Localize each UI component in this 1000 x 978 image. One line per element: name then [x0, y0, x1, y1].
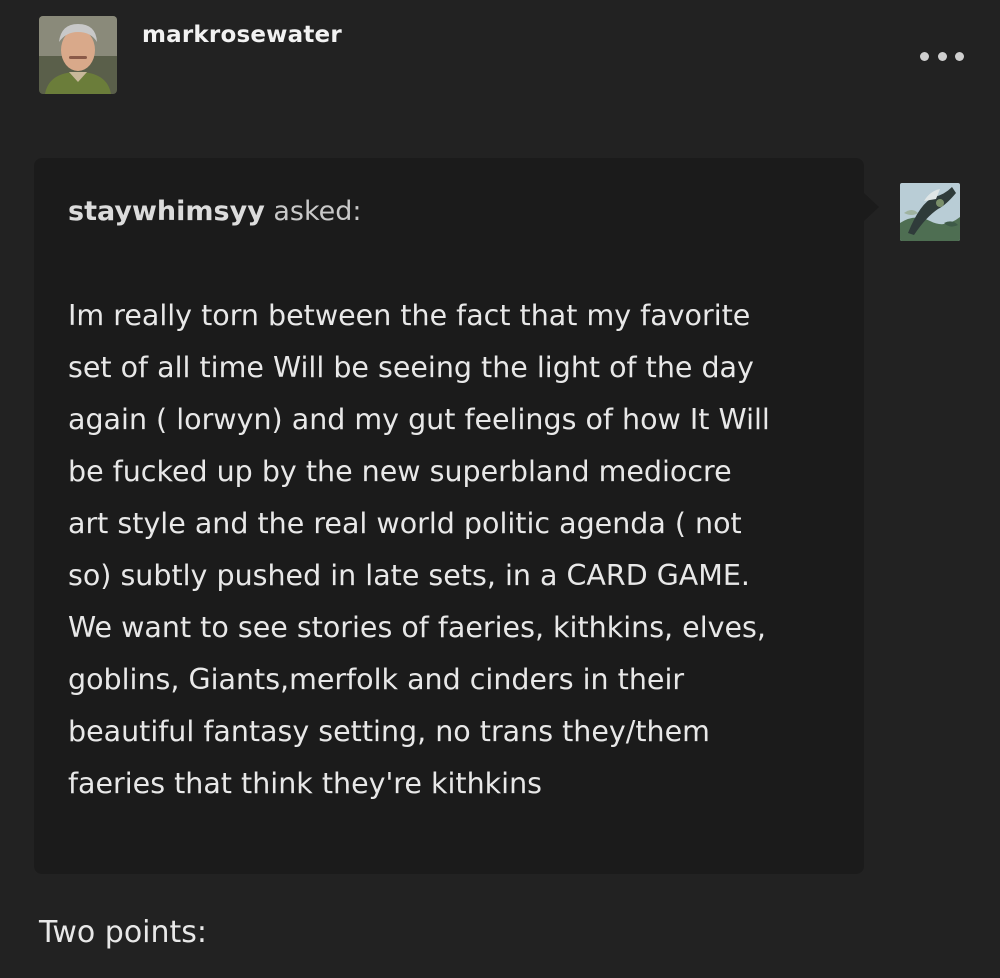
question-line: Im really torn between the fact that my … — [68, 299, 751, 332]
ellipsis-icon — [955, 51, 964, 61]
asker-avatar-art-icon — [900, 183, 960, 241]
asker-line: staywhimsyy asked: — [68, 196, 362, 227]
ellipsis-icon — [920, 51, 929, 61]
question-text: Im really torn between the fact that my … — [68, 290, 848, 810]
question-line: set of all time Will be seeing the light… — [68, 351, 754, 384]
question-line: so) subtly pushed in late sets, in a CAR… — [68, 559, 750, 592]
ask-bubble-pointer — [864, 193, 879, 221]
user-avatar-photo-icon — [39, 16, 117, 94]
question-line: art style and the real world politic age… — [68, 507, 742, 540]
author-avatar[interactable] — [39, 16, 117, 94]
asker-name[interactable]: staywhimsyy — [68, 196, 265, 227]
question-line: goblins, Giants,merfolk and cinders in t… — [68, 663, 685, 696]
question-line: beautiful fantasy setting, no trans they… — [68, 715, 710, 748]
author-name[interactable]: markrosewater — [142, 22, 342, 48]
asker-avatar[interactable] — [900, 183, 960, 241]
post-header: markrosewater — [0, 0, 1000, 110]
more-options-button[interactable] — [920, 46, 964, 66]
ellipsis-icon — [937, 51, 947, 61]
asked-label: asked: — [273, 196, 362, 227]
question-line: faeries that think they're kithkins — [68, 767, 542, 800]
question-line: again ( lorwyn) and my gut feelings of h… — [68, 403, 770, 436]
answer-first-line: Two points: — [39, 915, 208, 950]
question-line: be fucked up by the new superbland medio… — [68, 455, 732, 488]
question-line: We want to see stories of faeries, kithk… — [68, 611, 766, 644]
